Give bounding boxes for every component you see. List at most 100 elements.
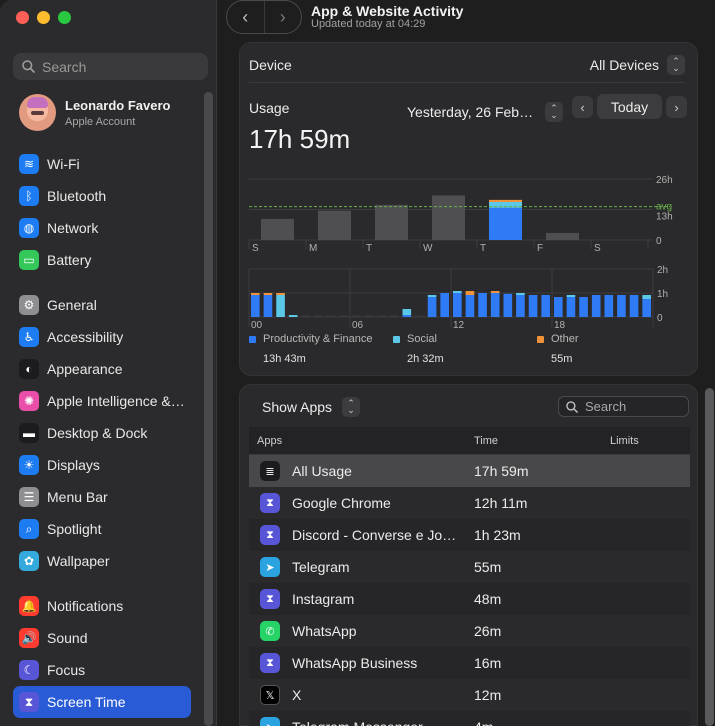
bar-segment — [629, 295, 639, 317]
x-tick-label: 12 — [453, 320, 465, 331]
app-name: Google Chrome — [292, 495, 391, 511]
main-scrollbar[interactable] — [705, 388, 714, 726]
sidebar-item-label: Screen Time — [47, 694, 126, 710]
bar-segment — [591, 295, 601, 317]
sidebar-item-accessibility[interactable]: ♿ Accessibility — [13, 321, 191, 353]
bar-segment — [490, 291, 500, 293]
sidebar-item-desktop-dock[interactable]: ▬ Desktop & Dock — [13, 417, 191, 449]
column-header-time[interactable]: Time — [474, 435, 610, 447]
app-name: Instagram — [292, 591, 355, 607]
sidebar-item-sound[interactable]: 🔊 Sound — [13, 622, 191, 654]
app-time: 12m — [474, 687, 502, 703]
previous-day-button[interactable]: ‹ — [572, 96, 593, 118]
telegram-icon: ➤ — [260, 557, 280, 577]
sidebar-item-general[interactable]: ⚙ General — [13, 289, 191, 321]
sidebar-item-wallpaper[interactable]: ✿ Wallpaper — [13, 545, 191, 577]
hourglass-icon: ⧗ — [260, 525, 280, 545]
sidebar-item-spotlight[interactable]: ⌕ Spotlight — [13, 513, 191, 545]
bar-segment — [516, 293, 525, 295]
forward-button[interactable]: › — [263, 1, 302, 33]
app-time: 1h 23m — [474, 527, 521, 543]
legend-productivity: Productivity & Finance 13h 43m — [249, 333, 372, 365]
sidebar-item-focus[interactable]: ☾ Focus — [13, 654, 191, 686]
x-tick-label: S — [252, 243, 259, 254]
sidebar-scrollbar[interactable] — [204, 92, 213, 726]
sidebar-item-label: Desktop & Dock — [47, 425, 148, 441]
bar-segment — [478, 293, 487, 317]
table-row[interactable]: ⧗ Discord - Converse e Jo… 1h 23m — [249, 519, 690, 551]
legend-social: Social 2h 32m — [393, 333, 444, 365]
zoom-window-button[interactable] — [58, 11, 71, 24]
sidebar-item-appearance[interactable]: ◐ Appearance — [13, 353, 191, 385]
bar — [375, 204, 408, 240]
bar-empty — [377, 315, 386, 317]
sidebar-item-screen-time[interactable]: ⧗ Screen Time — [13, 686, 191, 718]
show-apps-popup[interactable]: Show Apps ⌃ ⌄ — [262, 397, 361, 417]
sidebar-item-menu-bar[interactable]: ☰ Menu Bar — [13, 481, 191, 513]
table-row[interactable]: ⧗ Instagram 48m — [249, 583, 690, 615]
column-header-apps[interactable]: Apps — [249, 435, 474, 447]
app-time: 4m — [474, 719, 610, 726]
window-controls — [16, 11, 71, 24]
sidebar-item-wi-fi[interactable]: ≋ Wi-Fi — [13, 148, 191, 180]
apps-table: Apps Time Limits ≣ All Usage 17h 59m ⧗ Googl… — [249, 427, 690, 726]
hourly-usage-chart: 00 06 12 18 2h 1h 0 — [248, 265, 668, 331]
apps-search-input[interactable] — [585, 399, 680, 414]
usage-card: Device All Devices ⌃ ⌄ Usage 17h 59m Yest… — [239, 42, 698, 376]
bar-segment — [541, 295, 550, 317]
wifi-icon: ≋ — [19, 154, 39, 174]
sidebar-item-label: Sound — [47, 630, 88, 646]
table-row[interactable]: ➤ Telegram Messenger 4m — [249, 711, 690, 726]
sidebar-search[interactable] — [13, 53, 208, 80]
main-pane: ‹ › App & Website Activity Updated today… — [218, 0, 715, 726]
sidebar: Leonardo Favero Apple Account ≋ Wi-Fi ᛒ Blu… — [0, 0, 217, 726]
date-popup[interactable]: Yesterday, 26 Feb… ⌃ ⌄ — [407, 102, 564, 122]
back-button[interactable]: ‹ — [227, 1, 264, 33]
sidebar-item-displays[interactable]: ☀ Displays — [13, 449, 191, 481]
flower-icon: ✿ — [19, 551, 39, 571]
bar-segment — [554, 297, 563, 317]
legend-value: 13h 43m — [263, 353, 306, 365]
minimize-window-button[interactable] — [37, 11, 50, 24]
table-row[interactable]: ⧗ Google Chrome 12h 11m — [249, 487, 690, 519]
app-name: All Usage — [292, 463, 352, 479]
close-window-button[interactable] — [16, 11, 29, 24]
sidebar-item-apple-intelligence[interactable]: ✺ Apple Intelligence &… — [13, 385, 191, 417]
bell-icon: 🔔 — [19, 596, 39, 616]
bar-segment — [566, 297, 576, 317]
app-time: 48m — [474, 591, 502, 607]
app-cell: ➤ Telegram Messenger — [249, 717, 474, 726]
today-button[interactable]: Today — [597, 94, 662, 119]
menu-bar-icon: ☰ — [19, 487, 39, 507]
table-row[interactable]: ≣ All Usage 17h 59m — [249, 455, 690, 487]
apple-account[interactable]: Leonardo Favero Apple Account — [19, 94, 170, 131]
sidebar-item-network[interactable]: ◍ Network — [13, 212, 191, 244]
bar-segment — [402, 315, 412, 317]
magnifier-icon: ⌕ — [19, 519, 39, 539]
sidebar-search-input[interactable] — [42, 58, 192, 75]
sidebar-item-label: Network — [47, 220, 99, 236]
table-row[interactable]: ➤ Telegram 55m — [249, 551, 690, 583]
sidebar-item-bluetooth[interactable]: ᛒ Bluetooth — [13, 180, 191, 212]
sidebar-item-battery[interactable]: ▭ Battery — [13, 244, 191, 276]
globe-icon: ◍ — [19, 218, 39, 238]
table-row[interactable]: 𝕏 X 12m — [249, 679, 690, 711]
next-day-button[interactable]: › — [666, 96, 687, 118]
app-cell: ⧗ Instagram — [249, 589, 474, 609]
device-popup[interactable]: All Devices ⌃ ⌄ — [590, 54, 685, 75]
x-tick-label: M — [309, 243, 317, 254]
column-header-limits[interactable]: Limits — [610, 435, 690, 447]
bar-segment — [642, 299, 651, 317]
device-label: Device — [249, 56, 292, 73]
sidebar-group-system: ⚙ General ♿ Accessibility ◐ Appearance ✺ Apple … — [13, 289, 191, 577]
table-row[interactable]: ✆ WhatsApp 26m — [249, 615, 690, 647]
sidebar-item-notifications[interactable]: 🔔 Notifications — [13, 590, 191, 622]
apps-search[interactable] — [558, 396, 689, 417]
legend-swatch — [393, 335, 400, 343]
sidebar-item-label: Spotlight — [47, 521, 102, 537]
x-tick-label: 00 — [251, 320, 263, 331]
chevron-left-icon: ‹ — [580, 99, 585, 115]
app-cell: ✆ WhatsApp — [249, 621, 474, 641]
account-name: Leonardo Favero — [65, 97, 171, 113]
table-row[interactable]: ⧗ WhatsApp Business 16m — [249, 647, 690, 679]
